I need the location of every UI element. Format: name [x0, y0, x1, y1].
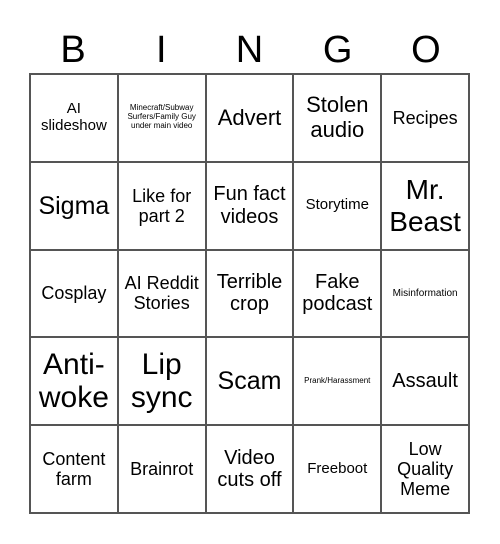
bingo-header: B I N G O — [29, 28, 470, 73]
header-letter-g: G — [322, 29, 353, 71]
bingo-cell[interactable]: Lip sync — [117, 337, 206, 426]
bingo-cell[interactable]: Content farm — [30, 425, 118, 513]
bingo-grid: AI slideshow Minecraft/Subway Surfers/Fa… — [29, 73, 470, 514]
bingo-cell[interactable]: Freeboot — [293, 425, 382, 513]
bingo-cell[interactable]: Brainrot — [117, 425, 206, 513]
bingo-cell[interactable]: Sigma — [30, 161, 118, 250]
header-letter-o: O — [411, 29, 441, 71]
bingo-cell[interactable]: Assault — [381, 337, 469, 426]
bingo-cell[interactable]: Misinformation — [381, 249, 469, 338]
bingo-cell[interactable]: Prank/Harassment — [293, 337, 382, 426]
bingo-cell[interactable]: Stolen audio — [293, 74, 382, 162]
bingo-cell[interactable]: Advert — [205, 74, 294, 162]
bingo-cell[interactable]: Storytime — [293, 161, 382, 250]
bingo-cell[interactable]: Scam — [205, 337, 294, 426]
bingo-cell[interactable]: Recipes — [381, 74, 469, 162]
bingo-cell[interactable]: Minecraft/Subway Surfers/Family Guy unde… — [117, 74, 206, 162]
header-letter-b: B — [60, 29, 86, 71]
bingo-cell[interactable]: AI slideshow — [30, 74, 118, 162]
bingo-cell[interactable]: Video cuts off — [205, 425, 294, 513]
bingo-cell[interactable]: Terrible crop — [205, 249, 294, 338]
header-letter-i: I — [156, 29, 167, 71]
bingo-cell[interactable]: Like for part 2 — [117, 161, 206, 250]
bingo-cell[interactable]: Cosplay — [30, 249, 118, 338]
bingo-cell[interactable]: AI Reddit Stories — [117, 249, 206, 338]
bingo-cell[interactable]: Low Quality Meme — [381, 425, 469, 513]
bingo-cell[interactable]: Mr. Beast — [381, 161, 469, 250]
bingo-cell[interactable]: Anti-woke — [30, 337, 118, 426]
header-letter-n: N — [235, 29, 264, 71]
bingo-cell[interactable]: Fake podcast — [293, 249, 382, 338]
bingo-cell[interactable]: Fun fact videos — [205, 161, 294, 250]
